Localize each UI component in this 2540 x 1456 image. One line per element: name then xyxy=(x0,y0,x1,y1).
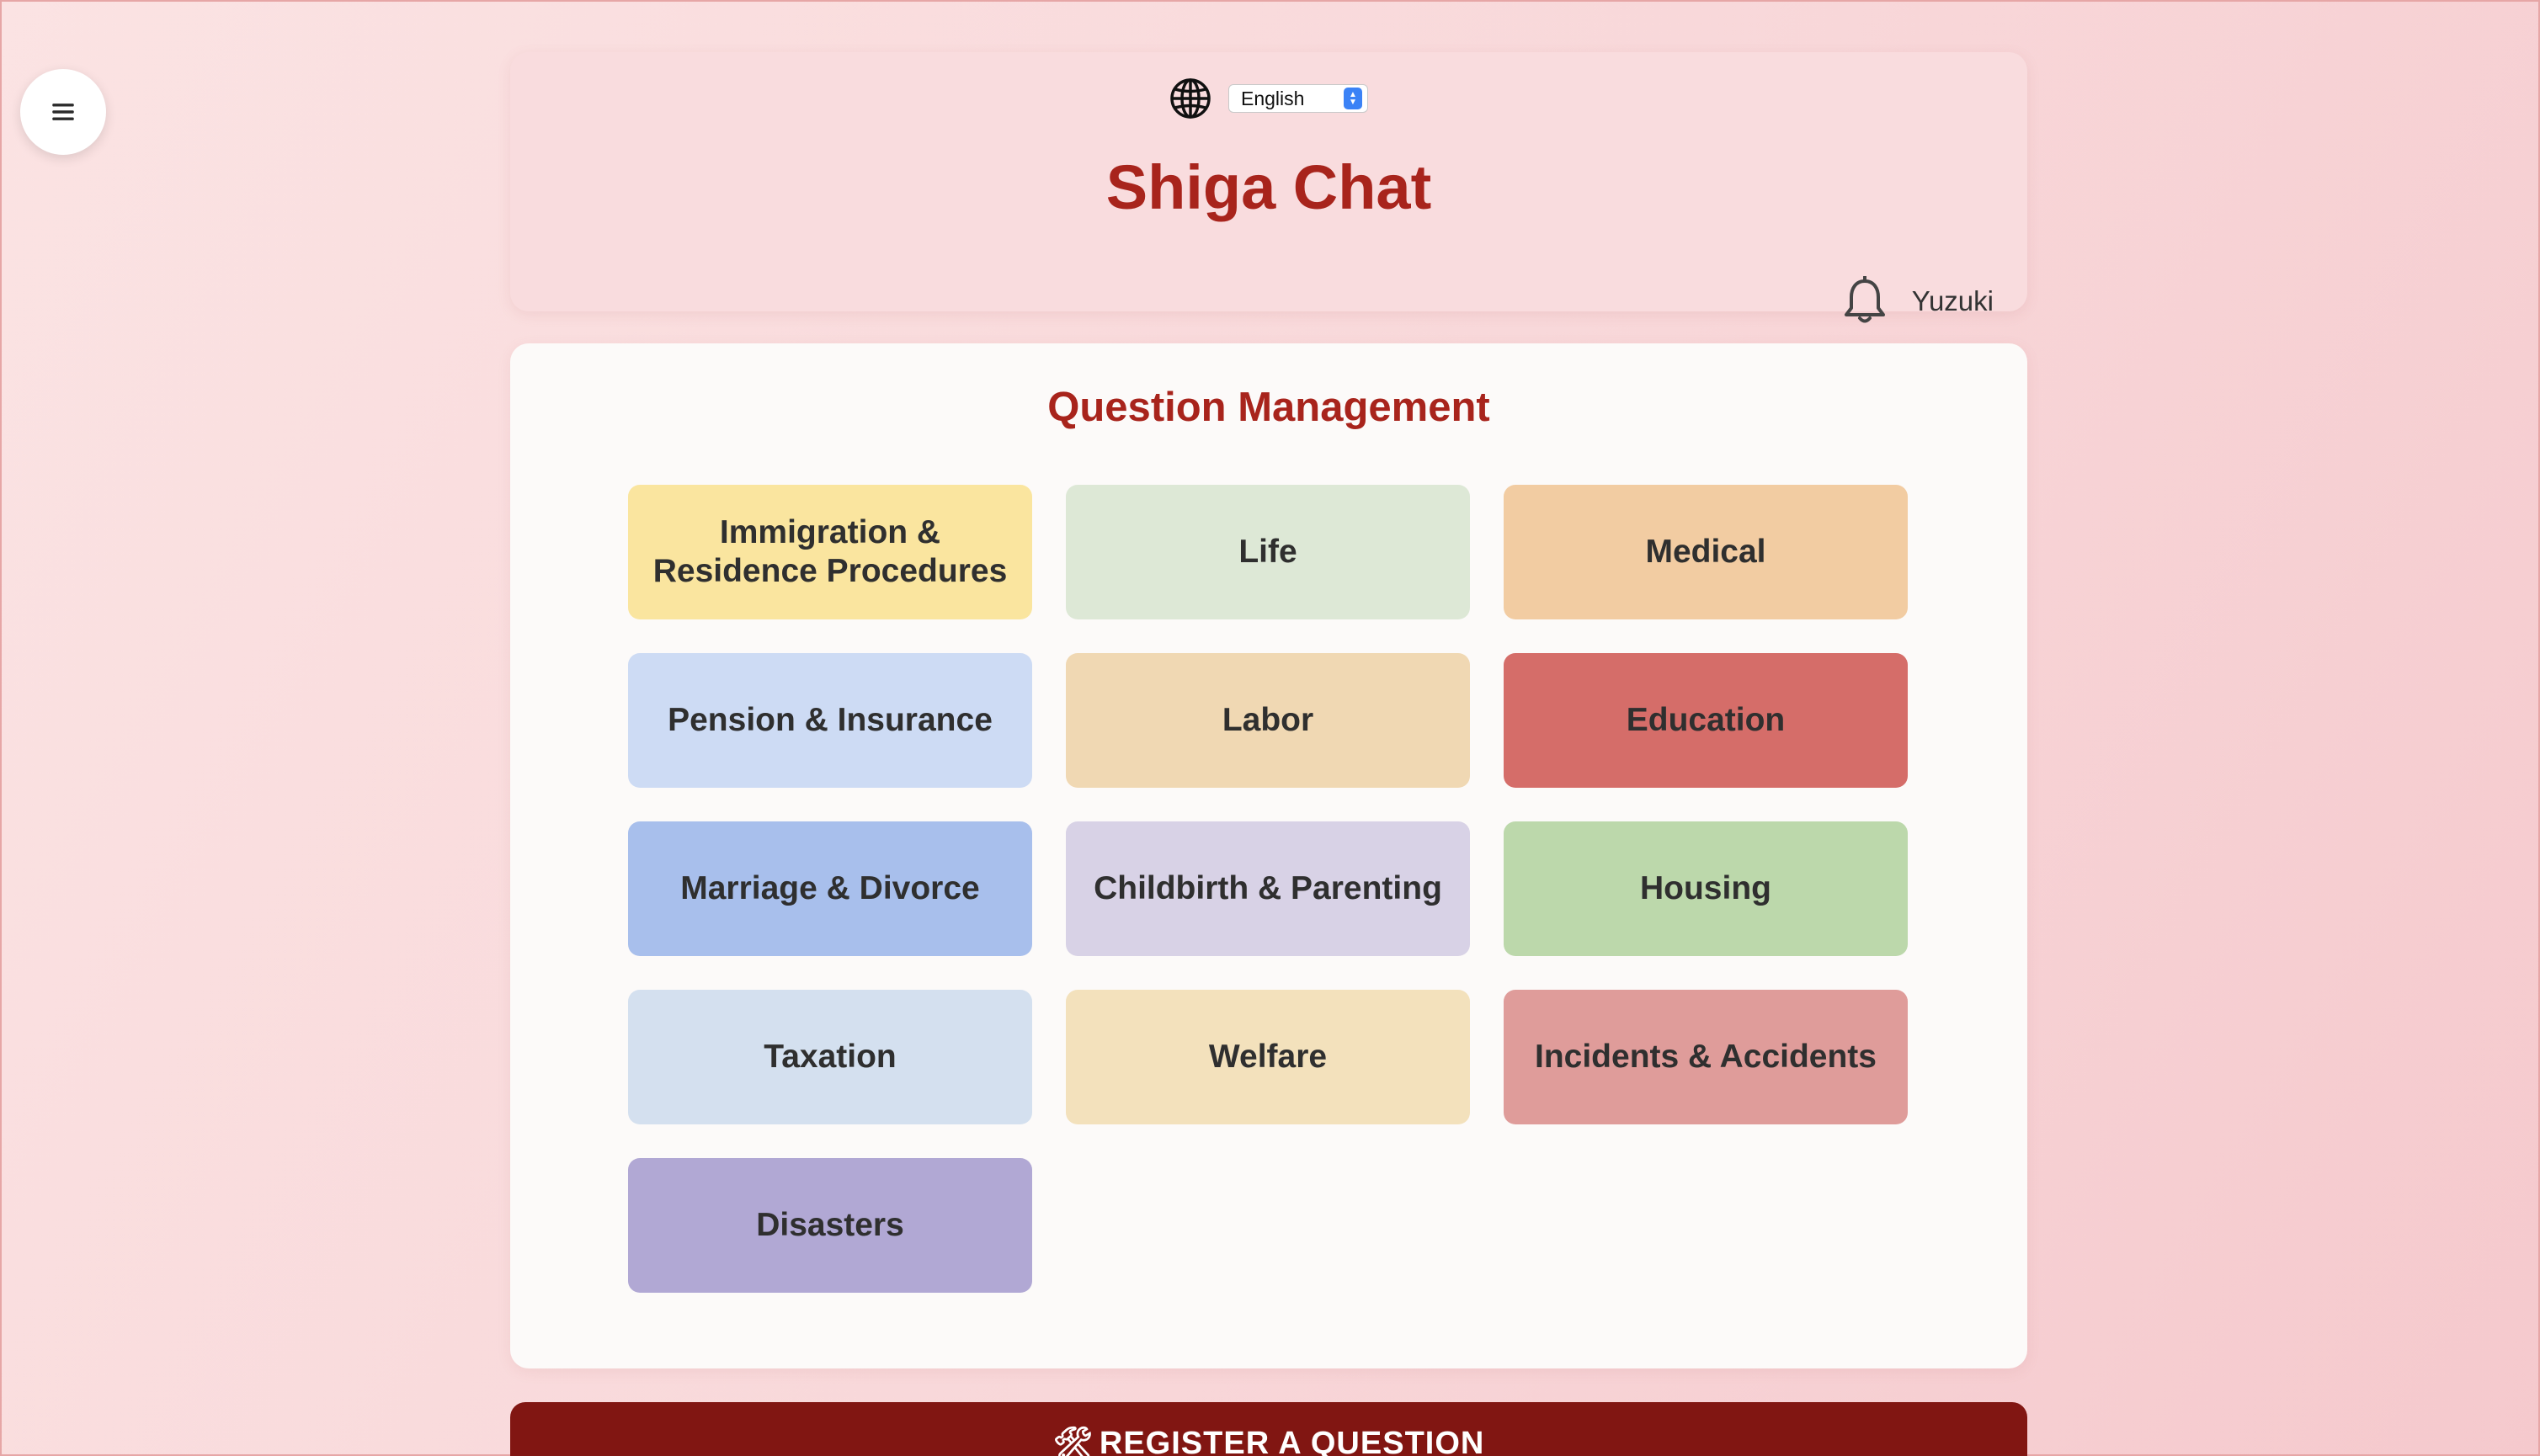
category-label: Disasters xyxy=(756,1207,904,1243)
category-label: Taxation xyxy=(764,1039,897,1075)
category-label: Medical xyxy=(1645,534,1766,570)
chevron-up-down-icon: ▲ ▼ xyxy=(1344,88,1362,109)
register-question-button[interactable]: 🛠 REGISTER A QUESTION xyxy=(510,1402,2027,1456)
header-card: English ▲ ▼ Shiga Chat Yuzuki xyxy=(510,52,2027,323)
register-question-label: REGISTER A QUESTION xyxy=(1099,1426,1485,1456)
category-label: Marriage & Divorce xyxy=(680,870,980,906)
category-label: Childbirth & Parenting xyxy=(1094,870,1442,906)
category-welfare-button[interactable]: Welfare xyxy=(1066,990,1470,1124)
menu-button[interactable] xyxy=(20,69,106,155)
category-label: Welfare xyxy=(1208,1039,1328,1075)
category-medical-button[interactable]: Medical xyxy=(1504,485,1908,619)
section-title: Question Management xyxy=(1047,385,1490,430)
category-label: Life xyxy=(1238,534,1297,570)
category-childbirth-parenting-button[interactable]: Childbirth & Parenting xyxy=(1066,821,1470,956)
question-management-panel: Question Management Immigration & Reside… xyxy=(510,343,2027,1368)
language-select-value: English xyxy=(1241,87,1305,109)
category-grid: Immigration & Residence Procedures Life … xyxy=(628,485,1908,1293)
hammer-and-wrench-icon: 🛠 xyxy=(1052,1427,1094,1456)
category-incidents-accidents-button[interactable]: Incidents & Accidents xyxy=(1504,990,1908,1124)
category-label: Pension & Insurance xyxy=(668,702,993,738)
category-taxation-button[interactable]: Taxation xyxy=(628,990,1032,1124)
language-switcher: English ▲ ▼ xyxy=(510,77,2027,120)
category-label: Incidents & Accidents xyxy=(1535,1039,1877,1075)
category-label: Immigration & Residence Procedures xyxy=(652,514,1008,589)
category-label: Housing xyxy=(1640,870,1771,906)
app-title: Shiga Chat xyxy=(1105,152,1432,222)
category-immigration-residence-button[interactable]: Immigration & Residence Procedures xyxy=(628,485,1032,619)
user-name[interactable]: Yuzuki xyxy=(1912,285,1994,317)
globe-icon[interactable] xyxy=(1169,77,1211,120)
category-marriage-divorce-button[interactable]: Marriage & Divorce xyxy=(628,821,1032,956)
hamburger-menu-icon xyxy=(52,104,74,120)
category-labor-button[interactable]: Labor xyxy=(1066,653,1470,788)
bell-icon[interactable] xyxy=(1841,276,1888,327)
category-housing-button[interactable]: Housing xyxy=(1504,821,1908,956)
category-label: Labor xyxy=(1222,702,1314,738)
category-pension-insurance-button[interactable]: Pension & Insurance xyxy=(628,653,1032,788)
category-education-button[interactable]: Education xyxy=(1504,653,1908,788)
category-life-button[interactable]: Life xyxy=(1066,485,1470,619)
language-select[interactable]: English ▲ ▼ xyxy=(1228,84,1368,113)
category-disasters-button[interactable]: Disasters xyxy=(628,1158,1032,1293)
category-label: Education xyxy=(1626,702,1786,738)
user-area: Yuzuki xyxy=(1841,276,1994,327)
